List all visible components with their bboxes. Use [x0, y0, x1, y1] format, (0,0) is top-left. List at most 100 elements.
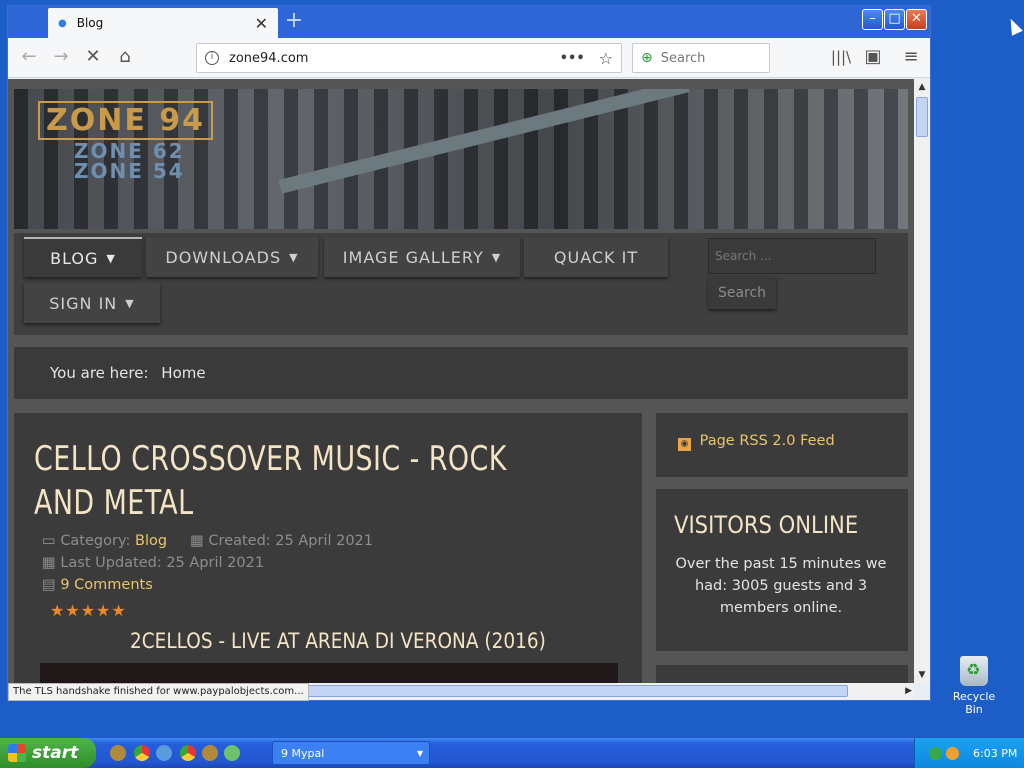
- url-bar[interactable]: i zone94.com ••• ☆: [196, 43, 622, 73]
- new-tab-button[interactable]: +: [282, 10, 306, 34]
- horizontal-scroll-thumb[interactable]: [288, 685, 848, 697]
- calendar-icon: ▦: [42, 555, 56, 571]
- calendar-icon: ▦: [190, 533, 204, 549]
- scroll-down-arrow-icon[interactable]: ▼: [914, 667, 930, 683]
- hamburger-menu-icon[interactable]: ≡: [898, 46, 924, 70]
- recycle-bin-icon: [960, 656, 988, 686]
- menu-item-blog[interactable]: BLOG ▼: [24, 237, 142, 277]
- category-link[interactable]: Blog: [135, 533, 167, 549]
- site-info-icon[interactable]: i: [205, 51, 219, 65]
- bookmark-star-icon[interactable]: ☆: [599, 49, 613, 68]
- visitors-online-box: VISITORS ONLINE Over the past 15 minutes…: [656, 489, 908, 651]
- visitors-title: VISITORS ONLINE: [674, 511, 859, 539]
- rss-feed-box[interactable]: ◉ Page RSS 2.0 Feed: [656, 413, 908, 477]
- mypal-quicklaunch-icon[interactable]: [110, 745, 126, 761]
- created-date: Created: 25 April 2021: [208, 533, 374, 549]
- visitors-text: Over the past 15 minutes we had: 3005 gu…: [675, 556, 887, 616]
- recycle-bin-shortcut[interactable]: Recycle Bin: [944, 656, 1004, 716]
- chrome-quicklaunch-icon-2[interactable]: [180, 745, 196, 761]
- sidebar-box: [656, 665, 908, 683]
- comments-link[interactable]: 9 Comments: [60, 577, 152, 593]
- site-logo[interactable]: ZONE 94: [38, 101, 214, 140]
- article-meta-row-2: ▦ Last Updated: 25 April 2021: [42, 555, 264, 571]
- back-arrow-icon[interactable]: ←: [16, 46, 42, 70]
- menu-gallery-label: IMAGE GALLERY: [342, 247, 484, 267]
- app-quicklaunch-icon[interactable]: [224, 745, 240, 761]
- mypal-quicklaunch-icon-2[interactable]: [202, 745, 218, 761]
- caret-down-icon: ▼: [491, 250, 502, 264]
- caret-down-icon: ▼: [289, 250, 299, 264]
- task-group-arrow-icon: ▼: [416, 748, 423, 758]
- site-search-input[interactable]: Search ...: [708, 238, 876, 274]
- vertical-scrollbar[interactable]: ▲ ▼: [914, 79, 930, 683]
- menu-signin-label: SIGN IN: [49, 293, 118, 313]
- browser-search-placeholder: Search: [660, 50, 706, 66]
- system-tray: 6:03 PM: [914, 738, 1024, 768]
- updated-date: Last Updated: 25 April 2021: [60, 555, 265, 571]
- page-actions-icon[interactable]: •••: [560, 51, 585, 66]
- chrome-quicklaunch-icon[interactable]: [134, 745, 150, 761]
- scroll-up-arrow-icon[interactable]: ▲: [914, 79, 930, 95]
- start-label: start: [32, 743, 79, 763]
- menu-item-quack-it[interactable]: QUACK IT: [524, 237, 668, 277]
- menu-item-downloads[interactable]: DOWNLOADS ▼: [146, 237, 318, 277]
- article-meta-row-3: ▤ 9 Comments: [42, 577, 153, 593]
- menu-downloads-label: DOWNLOADS: [165, 247, 282, 267]
- web-page: ZONE 94 ZONE 62 ZONE 54 BLOG ▼ DOWNLOADS…: [8, 79, 914, 683]
- video-embed[interactable]: [40, 663, 618, 683]
- library-icon[interactable]: |||\: [828, 46, 854, 70]
- site-logo-sub: ZONE 62 ZONE 54: [74, 141, 185, 181]
- menu-quack-label: QUACK IT: [553, 247, 639, 267]
- taskbar: start 9 Mypal ▼ 6:03 PM: [0, 738, 1024, 768]
- loading-dot-icon: ●: [58, 17, 67, 29]
- logo-sub-1: ZONE 62: [74, 139, 185, 163]
- category-label: Category:: [60, 533, 131, 549]
- article-title[interactable]: CELLO CROSSOVER MUSIC - ROCK AND METAL: [34, 437, 527, 525]
- tab-close-icon[interactable]: ✕: [255, 14, 268, 33]
- rating-stars[interactable]: ★★★★★: [50, 601, 127, 620]
- tab-title: Blog: [76, 16, 104, 30]
- browser-search-box[interactable]: ⊕ Search: [632, 43, 770, 73]
- taskbar-item-mypal[interactable]: 9 Mypal ▼: [272, 741, 430, 765]
- breadcrumb-home-link[interactable]: Home: [161, 364, 205, 382]
- stop-icon[interactable]: ✕: [80, 46, 106, 70]
- article-panel: CELLO CROSSOVER MUSIC - ROCK AND METAL ▭…: [14, 413, 642, 683]
- scroll-right-arrow-icon[interactable]: ▶: [905, 683, 912, 699]
- browser-quicklaunch-icon[interactable]: [156, 745, 172, 761]
- tab-strip: ● Blog ✕ + – □ ✕: [8, 6, 930, 38]
- vertical-scroll-thumb[interactable]: [916, 97, 928, 137]
- comment-icon: ▤: [42, 577, 56, 593]
- status-bar-text: The TLS handshake finished for www.paypa…: [8, 683, 309, 701]
- start-button[interactable]: start: [0, 738, 96, 768]
- article-meta-row-1: ▭ Category: Blog ▦ Created: 25 April 202…: [42, 533, 373, 549]
- forward-arrow-icon[interactable]: →: [48, 46, 74, 70]
- task-item-label: 9 Mypal: [281, 746, 325, 760]
- menu-item-sign-in[interactable]: SIGN IN ▼: [24, 283, 160, 323]
- breadcrumb-prefix: You are here:: [50, 364, 149, 382]
- windows-flag-icon: [8, 744, 26, 762]
- breadcrumb: You are here: Home: [14, 347, 908, 399]
- minimize-button[interactable]: –: [862, 9, 883, 30]
- home-icon[interactable]: ⌂: [112, 46, 138, 70]
- browser-window: ● Blog ✕ + – □ ✕ ← → ✕ ⌂ i zone94.com ••…: [7, 5, 931, 701]
- rss-link[interactable]: Page RSS 2.0 Feed: [700, 433, 835, 449]
- tray-shield-icon[interactable]: [929, 746, 942, 760]
- main-menu: BLOG ▼ DOWNLOADS ▼ IMAGE GALLERY ▼ QUACK…: [14, 233, 908, 335]
- folder-icon: ▭: [42, 533, 56, 549]
- close-window-button[interactable]: ✕: [906, 9, 927, 30]
- clock: 6:03 PM: [973, 746, 1018, 760]
- caret-down-icon: ▼: [106, 251, 116, 265]
- caret-down-icon: ▼: [125, 296, 135, 310]
- tray-search-icon[interactable]: [946, 746, 959, 760]
- navigation-toolbar: ← → ✕ ⌂ i zone94.com ••• ☆ ⊕ Search |||\…: [8, 38, 930, 78]
- sidebar-toggle-icon[interactable]: ▣: [860, 46, 886, 70]
- rss-icon: ◉: [678, 438, 691, 451]
- menu-item-image-gallery[interactable]: IMAGE GALLERY ▼: [324, 237, 520, 277]
- tab-blog[interactable]: ● Blog ✕: [48, 8, 278, 38]
- mouse-cursor-icon: [1005, 16, 1023, 36]
- url-text: zone94.com: [229, 50, 309, 66]
- maximize-button[interactable]: □: [884, 9, 905, 30]
- recycle-bin-label: Recycle Bin: [952, 690, 996, 716]
- site-search-button[interactable]: Search: [708, 277, 776, 309]
- site-banner[interactable]: ZONE 94 ZONE 62 ZONE 54: [14, 89, 908, 229]
